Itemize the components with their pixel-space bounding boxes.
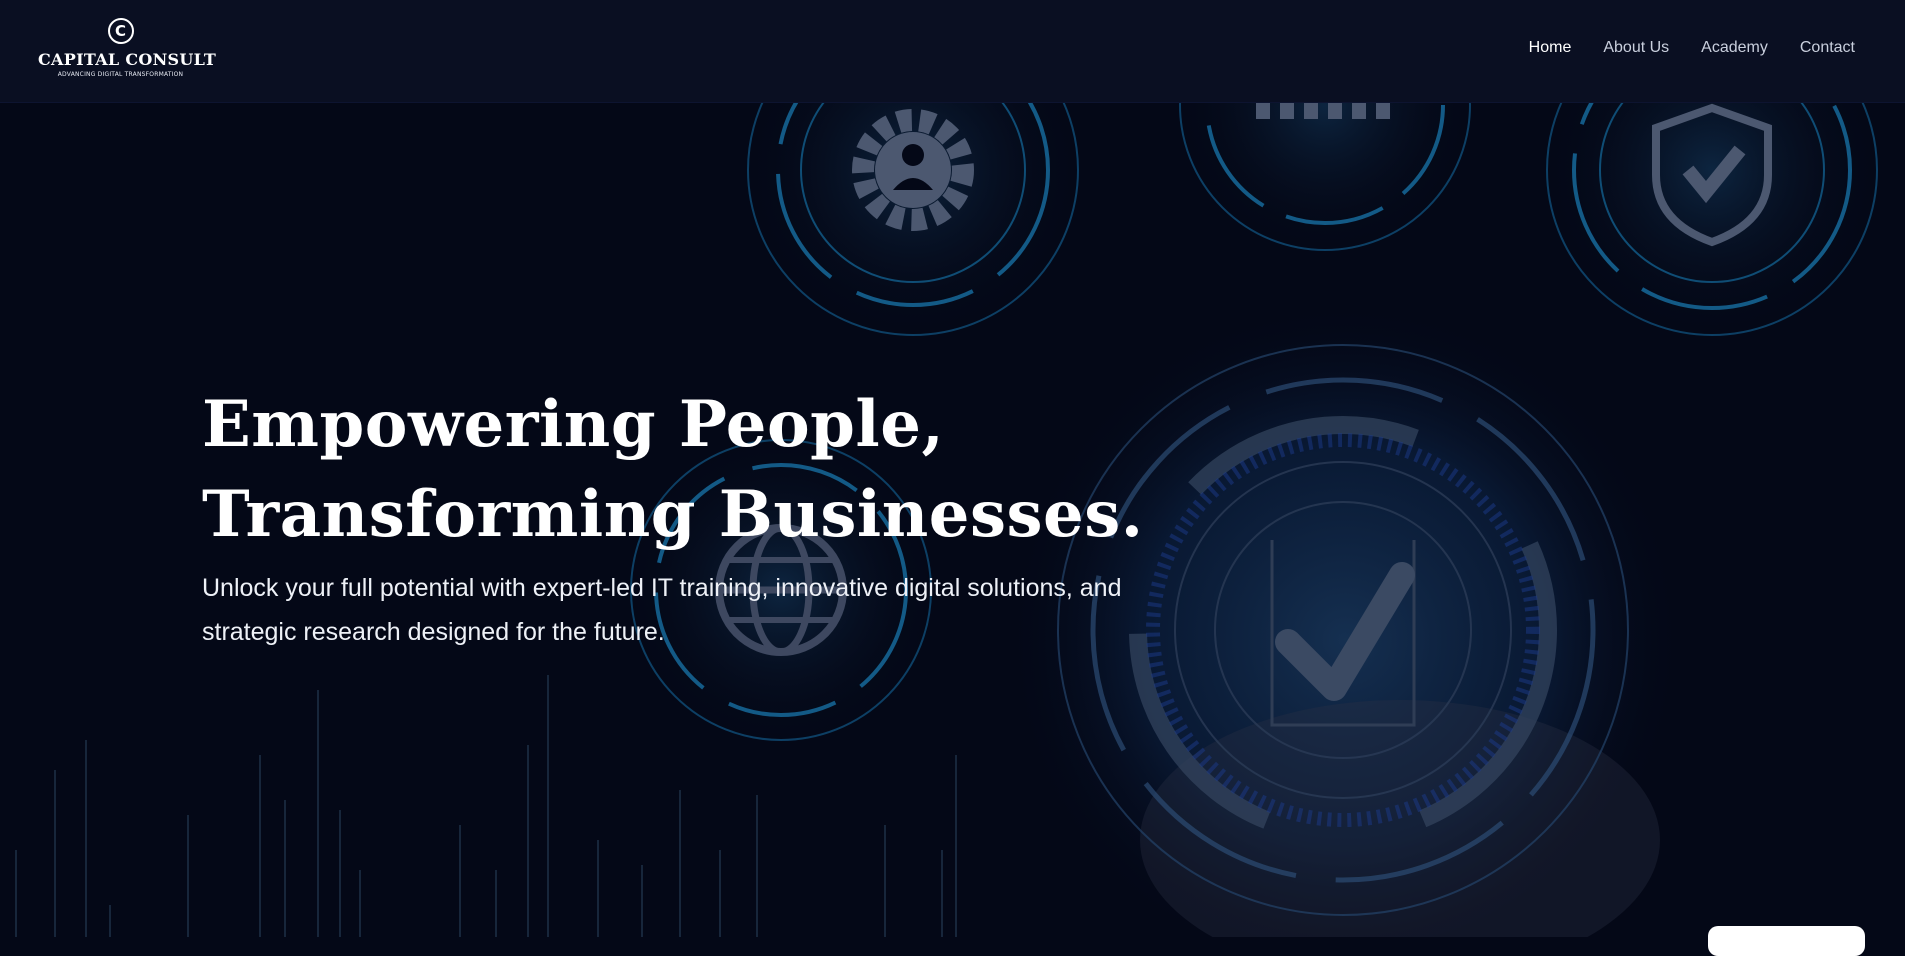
brand-name: CAPITAL CONSULT [38,50,217,69]
hero-headline-line-2: Transforming Businesses. [202,477,1144,552]
floating-button[interactable] [1708,926,1865,956]
nav-link-contact[interactable]: Contact [1800,39,1855,57]
hero-headline: Empowering People, Transforming Business… [202,380,1144,560]
brand-tagline: ADVANCING DIGITAL TRANSFORMATION [57,71,184,78]
brand-logo[interactable]: C CAPITAL CONSULT ADVANCING DIGITAL TRAN… [38,18,217,78]
logo-mark-icon: C [107,18,134,44]
nav-link-home[interactable]: Home [1529,39,1572,57]
hero-headline-line-1: Empowering People, [202,387,945,462]
main-navigation: Home About Us Academy Contact [1529,39,1855,57]
nav-link-about-us[interactable]: About Us [1603,39,1669,57]
top-navbar: C CAPITAL CONSULT ADVANCING DIGITAL TRAN… [0,0,1905,103]
hero-subtext: Unlock your full potential with expert-l… [202,574,1122,646]
nav-link-academy[interactable]: Academy [1701,39,1768,57]
